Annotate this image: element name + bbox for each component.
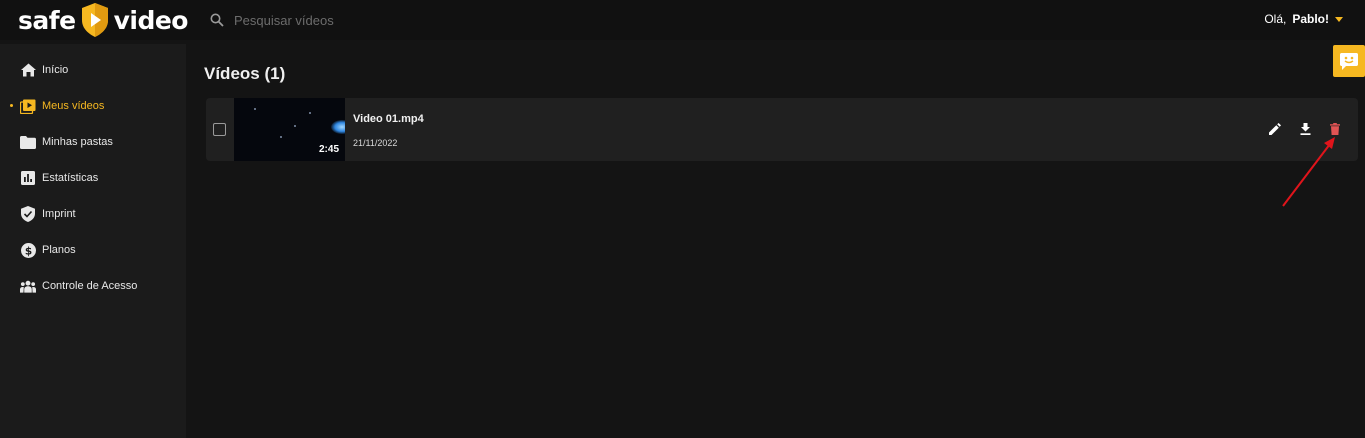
annotation-arrow <box>1282 137 1335 207</box>
home-icon <box>20 62 36 78</box>
select-video-checkbox[interactable] <box>213 123 226 136</box>
logo-text-safe: safe <box>18 5 76 35</box>
search-icon[interactable] <box>210 13 224 27</box>
video-duration: 2:45 <box>318 144 339 155</box>
logo-text-video: video <box>113 5 189 35</box>
sidebar-item-planos[interactable]: $ Planos <box>0 232 186 268</box>
sidebar-item-controle-de-acesso[interactable]: Controle de Acesso <box>0 268 186 304</box>
sidebar-item-label: Controle de Acesso <box>42 280 138 292</box>
safevideo-logo[interactable]: safe video <box>18 2 189 38</box>
user-greeting: Olá, <box>1264 12 1287 26</box>
shield-check-icon <box>20 206 36 222</box>
active-indicator-dot <box>10 104 13 107</box>
thumbnail-glow <box>331 120 345 134</box>
dollar-icon: $ <box>20 242 36 258</box>
play-shield-icon <box>81 3 108 37</box>
sidebar: Início Meus vídeos Minhas pastas Estatís… <box>0 44 186 438</box>
thumbnail-star <box>309 112 311 114</box>
top-bar: safe video Olá, Pablo! <box>0 0 1365 40</box>
video-library-icon <box>20 98 36 114</box>
bar-chart-icon <box>20 170 36 186</box>
video-thumbnail[interactable]: 2:45 <box>234 98 345 161</box>
thumbnail-star <box>254 108 256 110</box>
video-date: 21/11/2022 <box>353 138 398 148</box>
search-bar <box>210 10 492 30</box>
sidebar-item-label: Imprint <box>42 208 76 220</box>
sidebar-item-label: Minhas pastas <box>42 136 113 148</box>
chat-smile-icon <box>1340 52 1358 70</box>
sidebar-item-inicio[interactable]: Início <box>0 52 186 88</box>
search-input[interactable] <box>232 11 492 29</box>
thumbnail-star <box>294 125 296 127</box>
caret-down-icon <box>1335 16 1343 22</box>
video-list-item[interactable]: 2:45 Video 01.mp4 21/11/2022 <box>206 98 1358 161</box>
sidebar-item-label: Estatísticas <box>42 172 99 184</box>
sidebar-item-estatisticas[interactable]: Estatísticas <box>0 160 186 196</box>
sidebar-item-meus-videos[interactable]: Meus vídeos <box>0 88 186 124</box>
sidebar-item-label: Início <box>42 64 69 76</box>
sidebar-item-label: Meus vídeos <box>42 100 105 112</box>
user-name: Pablo! <box>1292 12 1329 26</box>
video-name[interactable]: Video 01.mp4 <box>353 113 424 125</box>
chat-widget-button[interactable] <box>1333 45 1365 77</box>
user-menu[interactable]: Olá, Pablo! <box>1264 12 1343 26</box>
people-icon <box>20 278 36 294</box>
main-content: Vídeos (1) 2:45 Video 01.mp4 21/11/2022 <box>186 44 1365 438</box>
sidebar-item-label: Planos <box>42 244 76 256</box>
thumbnail-star <box>280 136 282 138</box>
page-title: Vídeos (1) <box>204 64 286 83</box>
sidebar-item-minhas-pastas[interactable]: Minhas pastas <box>0 124 186 160</box>
sidebar-item-imprint[interactable]: Imprint <box>0 196 186 232</box>
folder-icon <box>20 134 36 150</box>
svg-text:$: $ <box>24 245 31 257</box>
